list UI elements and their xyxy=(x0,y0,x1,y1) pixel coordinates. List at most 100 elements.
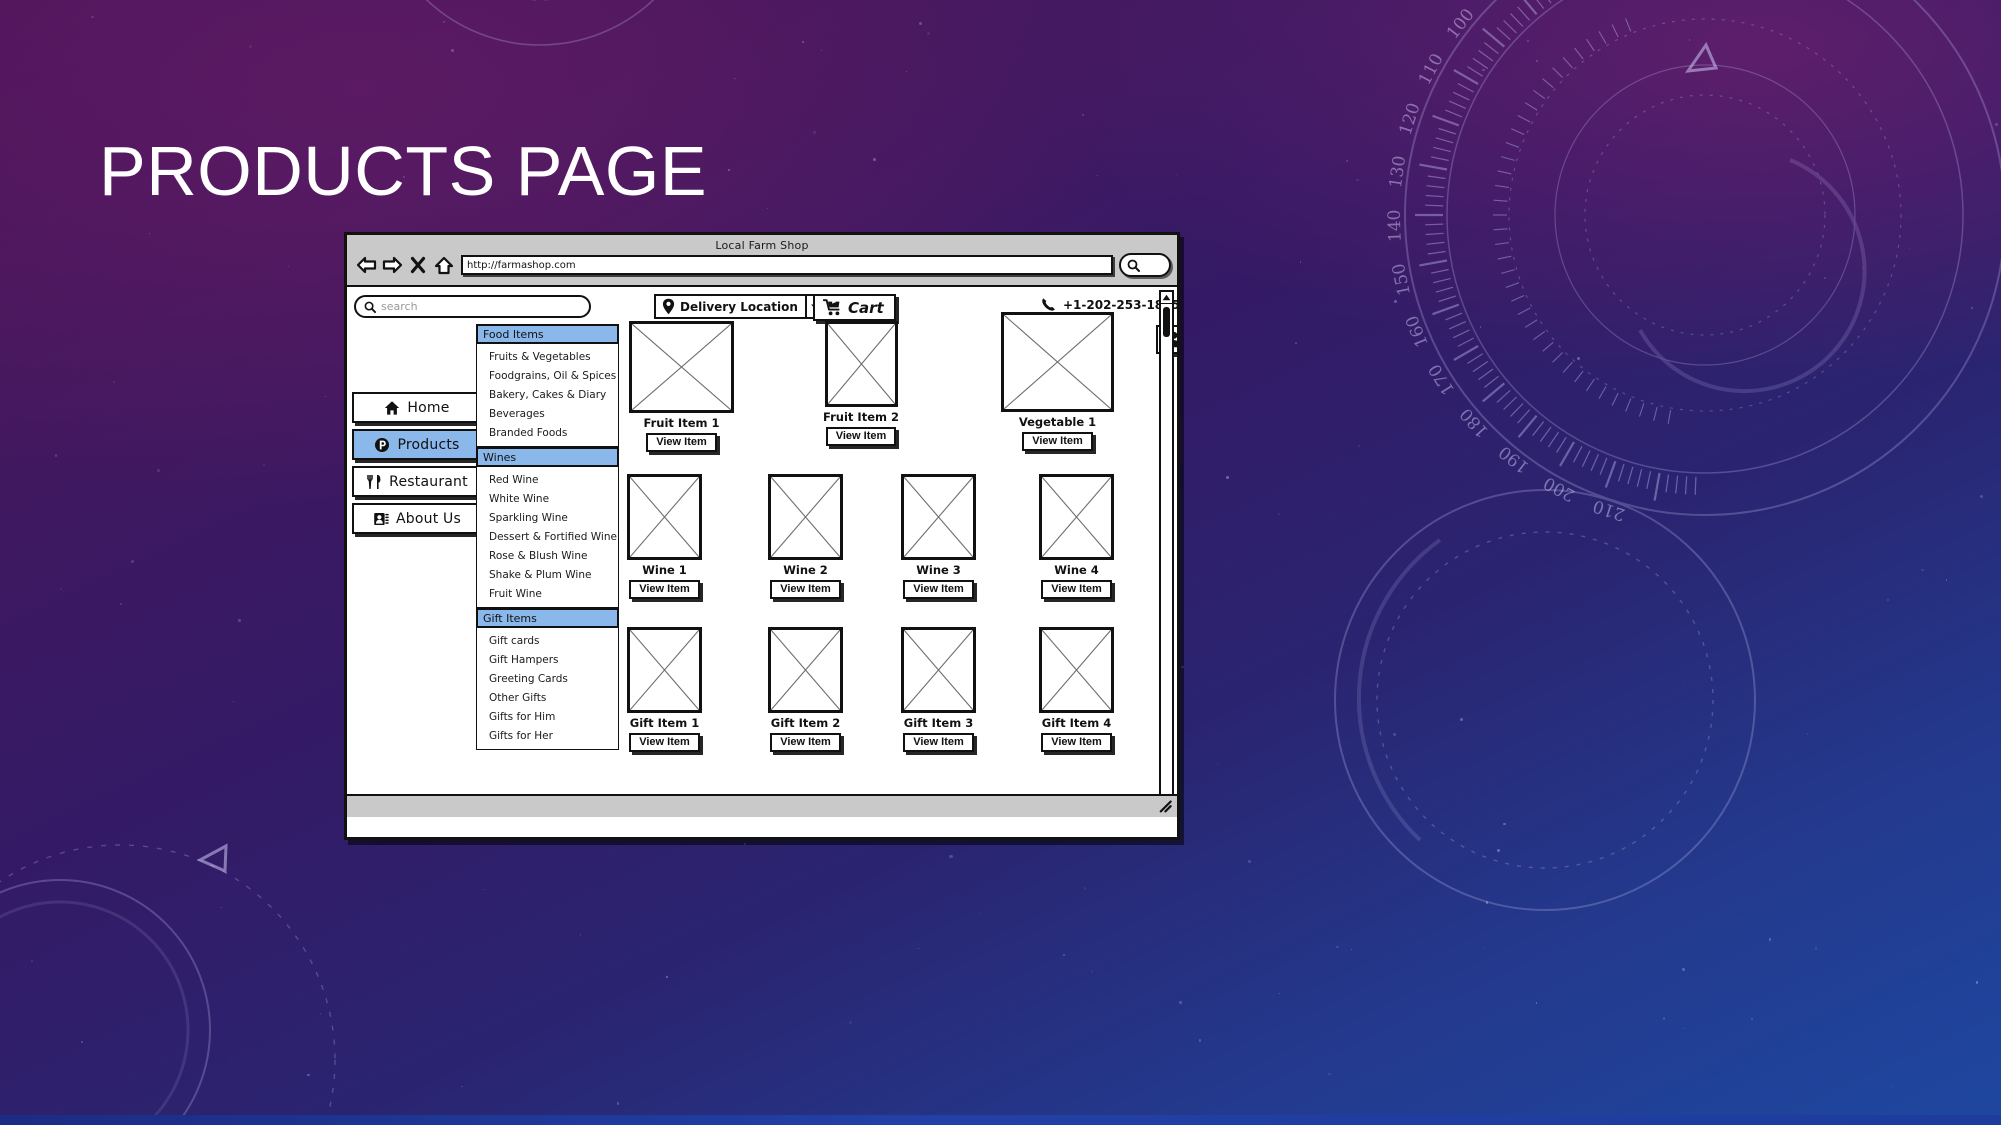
product-image-placeholder xyxy=(627,627,702,713)
scroll-up-button[interactable] xyxy=(1161,292,1172,304)
sidebar-item-home[interactable]: Home xyxy=(352,392,482,423)
svg-text:150: 150 xyxy=(1389,261,1415,297)
cart-button[interactable]: Cart xyxy=(813,294,896,321)
product-row: Fruit Item 1 View Item Fruit Item 2 View It… xyxy=(627,312,1152,474)
product-image-placeholder xyxy=(768,627,843,713)
category-group-list: Red Wine White Wine Sparkling Wine Dessert … xyxy=(476,467,619,608)
search-icon xyxy=(364,301,376,313)
product-name: Wine 1 xyxy=(642,563,687,577)
resize-grip-icon[interactable] xyxy=(1159,800,1172,813)
sidebar-item-restaurant[interactable]: Restaurant xyxy=(352,466,482,497)
category-menu-item[interactable]: Gift Hampers xyxy=(477,650,618,669)
product-name: Wine 4 xyxy=(1054,563,1099,577)
product-card: Gift Item 2 View Item xyxy=(768,627,843,752)
product-card: Wine 3 View Item xyxy=(901,474,976,599)
category-menu-item[interactable]: Bakery, Cakes & Diary xyxy=(477,385,618,404)
product-name: Gift Item 2 xyxy=(770,716,841,730)
product-card: Gift Item 1 View Item xyxy=(627,627,702,752)
product-row: Wine 1 View Item Wine 2 View Item Wine 3 View… xyxy=(627,474,1152,627)
product-image-placeholder xyxy=(629,321,734,413)
view-item-button[interactable]: View Item xyxy=(1022,432,1093,451)
view-item-button[interactable]: View Item xyxy=(629,733,700,752)
category-group-header[interactable]: Gift Items xyxy=(476,608,619,628)
category-menu-item[interactable]: White Wine xyxy=(477,489,618,508)
search-placeholder: search xyxy=(381,300,418,313)
category-menu-item[interactable]: Other Gifts xyxy=(477,688,618,707)
product-card: Vegetable 1 View Item xyxy=(1001,312,1114,451)
category-menu-item[interactable]: Gifts for Her xyxy=(477,726,618,745)
products-circle-p-icon xyxy=(375,437,390,452)
sidebar-item-about-us[interactable]: About Us xyxy=(352,503,482,534)
url-text: http://farmashop.com xyxy=(467,259,576,271)
view-item-button[interactable]: View Item xyxy=(770,580,841,599)
product-card: Fruit Item 1 View Item xyxy=(629,321,734,452)
sidebar-nav: Home Products Restaurant About Us xyxy=(352,392,482,540)
scrollbar-thumb[interactable] xyxy=(1163,307,1170,337)
view-item-button[interactable]: View Item xyxy=(770,733,841,752)
product-image-placeholder xyxy=(1039,474,1114,560)
view-item-button[interactable]: View Item xyxy=(1041,733,1112,752)
category-menu-item[interactable]: Fruits & Vegetables xyxy=(477,347,618,366)
view-item-button[interactable]: View Item xyxy=(1041,580,1112,599)
category-menu-item[interactable]: Greeting Cards xyxy=(477,669,618,688)
svg-text:210: 210 xyxy=(1591,495,1628,524)
category-group-list: Gift cards Gift Hampers Greeting Cards Othe… xyxy=(476,628,619,750)
delivery-location-select[interactable]: Delivery Location xyxy=(654,294,825,319)
svg-text:180: 180 xyxy=(1456,404,1493,441)
product-name: Fruit Item 1 xyxy=(643,416,720,430)
product-image-placeholder xyxy=(768,474,843,560)
category-menu-item[interactable]: Shake & Plum Wine xyxy=(477,565,618,584)
product-card: Wine 1 View Item xyxy=(627,474,702,599)
svg-text:200: 200 xyxy=(1540,472,1578,505)
view-item-button[interactable]: View Item xyxy=(825,427,897,446)
sidebar-item-products[interactable]: Products xyxy=(352,429,482,460)
category-menu-item[interactable]: Rose & Blush Wine xyxy=(477,546,618,565)
product-name: Wine 3 xyxy=(916,563,961,577)
category-group-list: Fruits & Vegetables Foodgrains, Oil & Spi… xyxy=(476,344,619,447)
category-menu-item[interactable]: Beverages xyxy=(477,404,618,423)
category-menu-item[interactable]: Foodgrains, Oil & Spices xyxy=(477,366,618,385)
stop-close-icon[interactable] xyxy=(405,253,431,277)
map-pin-icon xyxy=(662,298,675,315)
view-item-button[interactable]: View Item xyxy=(903,733,974,752)
forward-arrow-icon[interactable] xyxy=(379,253,405,277)
url-bar[interactable]: http://farmashop.com xyxy=(461,255,1113,275)
browser-search-button[interactable] xyxy=(1119,253,1171,277)
fork-knife-icon xyxy=(367,474,381,489)
phone-icon xyxy=(1042,298,1055,311)
category-menu-item[interactable]: Gift cards xyxy=(477,631,618,650)
delivery-location-label: Delivery Location xyxy=(680,299,798,314)
category-group-header[interactable]: Wines xyxy=(476,447,619,467)
contact-card-icon xyxy=(374,512,389,525)
category-menu-item[interactable]: Dessert & Fortified Wine xyxy=(477,527,618,546)
sidebar-item-label: About Us xyxy=(396,510,461,527)
shopping-cart-icon xyxy=(823,299,840,316)
product-image-placeholder xyxy=(1001,312,1114,412)
browser-window-title: Local Farm Shop xyxy=(715,239,809,252)
search-input[interactable]: search xyxy=(354,295,591,318)
view-item-button[interactable]: View Item xyxy=(629,580,700,599)
category-menu-item[interactable]: Gifts for Him xyxy=(477,707,618,726)
product-card: Fruit Item 2 View Item xyxy=(823,321,899,446)
category-menu-item[interactable]: Fruit Wine xyxy=(477,584,618,603)
product-name: Vegetable 1 xyxy=(1018,415,1097,429)
svg-text:140: 140 xyxy=(1385,209,1406,242)
scrollbar-track[interactable] xyxy=(1161,304,1172,800)
product-card: Gift Item 4 View Item xyxy=(1039,627,1114,752)
back-arrow-icon[interactable] xyxy=(353,253,379,277)
svg-text:170: 170 xyxy=(1425,360,1459,398)
category-menu-item[interactable]: Red Wine xyxy=(477,470,618,489)
product-card: Gift Item 3 View Item xyxy=(901,627,976,752)
category-menu: Food Items Fruits & Vegetables Foodgrains,… xyxy=(476,324,619,750)
product-card: Wine 4 View Item xyxy=(1039,474,1114,599)
home-icon[interactable] xyxy=(431,253,457,277)
product-name: Wine 2 xyxy=(783,563,828,577)
category-menu-item[interactable]: Sparkling Wine xyxy=(477,508,618,527)
category-group-header[interactable]: Food Items xyxy=(476,324,619,344)
category-menu-item[interactable]: Branded Foods xyxy=(477,423,618,442)
svg-text:120: 120 xyxy=(1396,101,1425,138)
vertical-scrollbar[interactable] xyxy=(1159,290,1174,814)
view-item-button[interactable]: View Item xyxy=(646,433,717,452)
view-item-button[interactable]: View Item xyxy=(903,580,974,599)
sidebar-item-label: Restaurant xyxy=(389,473,468,490)
